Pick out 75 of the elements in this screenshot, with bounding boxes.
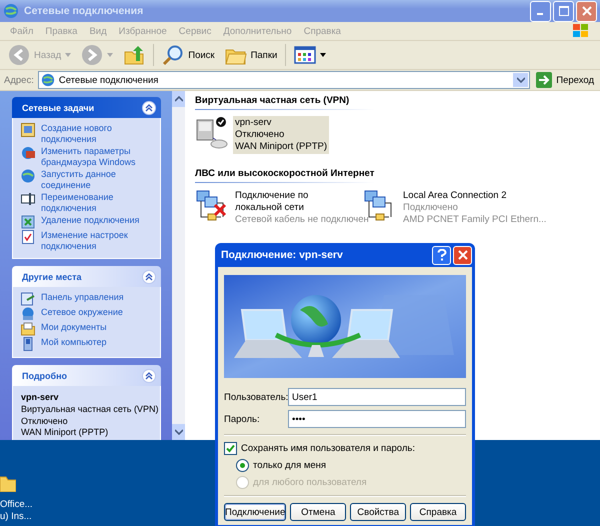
details-name: vpn-serv xyxy=(21,391,60,404)
rename-icon xyxy=(21,192,35,206)
panel-header[interactable]: Подробно xyxy=(12,365,161,386)
desktop-icon-label[interactable]: Office... xyxy=(0,499,33,511)
window-title: Сетевые подключения xyxy=(24,5,144,17)
computer-icon xyxy=(21,337,35,351)
details-text: Отключено xyxy=(21,416,69,427)
collapse-icon[interactable] xyxy=(142,368,156,382)
folder-icon xyxy=(21,322,35,336)
scrollbar[interactable] xyxy=(172,91,185,440)
panel-header[interactable]: Сетевые задачи xyxy=(12,97,161,118)
views-icon xyxy=(294,45,316,65)
task-link[interactable]: Создание нового подключения xyxy=(41,123,156,145)
radio-option[interactable]: только для меня xyxy=(224,459,466,472)
search-icon xyxy=(162,44,184,66)
dialog-button[interactable]: Отмена xyxy=(290,503,346,521)
chevron-up-icon xyxy=(174,96,182,102)
chevron-down-icon xyxy=(516,77,525,83)
group-header: Виртуальная частная сеть (VPN) xyxy=(195,95,495,110)
network-globe-icon xyxy=(3,3,19,19)
question-mark-icon xyxy=(436,249,446,261)
chevron-down-icon xyxy=(174,429,182,435)
task-link[interactable]: Удаление подключения xyxy=(41,215,140,226)
task-link[interactable]: Мои документы xyxy=(41,322,107,333)
delete-icon xyxy=(21,215,35,229)
folders-button[interactable]: Папки xyxy=(220,43,282,67)
right-arrow-icon xyxy=(536,72,552,88)
globe-icon xyxy=(21,169,35,183)
close-button[interactable] xyxy=(576,0,597,22)
document-icon xyxy=(21,230,35,244)
close-icon xyxy=(582,6,592,16)
caret-icon xyxy=(320,53,326,57)
task-link[interactable]: Изменить параметры брандмауэра Windows xyxy=(41,146,156,168)
checkmark-icon xyxy=(226,444,235,453)
caret-icon xyxy=(107,53,114,57)
dialog-button[interactable]: Справка xyxy=(410,503,466,521)
close-button[interactable] xyxy=(453,246,472,264)
field-label: Пароль: xyxy=(224,414,261,424)
save-credentials-checkbox[interactable]: Сохранять имя пользователя и пароль: xyxy=(224,442,466,455)
collapse-icon[interactable] xyxy=(142,270,156,284)
field-label: Пользователь: xyxy=(224,392,288,402)
search-button[interactable]: Поиск xyxy=(158,43,219,67)
text-field[interactable]: •••• xyxy=(288,410,466,428)
task-link[interactable]: Сетевое окружение xyxy=(41,307,123,318)
network-globe-icon xyxy=(40,73,55,87)
close-icon xyxy=(458,250,468,260)
address-label: Адрес: xyxy=(4,74,34,86)
task-link[interactable]: Изменение настроек подключения xyxy=(41,230,156,252)
address-field[interactable]: Сетевые подключения xyxy=(38,71,530,89)
minimize-button[interactable] xyxy=(530,0,551,22)
dialog-button[interactable]: Подключение xyxy=(224,503,286,521)
go-button[interactable]: Переход xyxy=(534,72,596,88)
collapse-icon[interactable] xyxy=(142,100,156,114)
dropdown-button[interactable] xyxy=(513,73,528,87)
connection-label[interactable]: Local Area Connection 2 Подключено AMD PCNET Family PCI Ethern... xyxy=(401,189,548,227)
help-button[interactable] xyxy=(432,246,451,264)
dialog-title: Подключение: vpn-serv xyxy=(220,249,344,261)
dialog-button[interactable]: Свойства xyxy=(350,503,406,521)
task-link[interactable]: Панель управления xyxy=(41,292,124,303)
connection-label[interactable]: vpn-serv Отключено WAN Miniport (PPTP) xyxy=(233,116,330,154)
desktop-icon-label[interactable]: u) Ins... xyxy=(0,511,32,523)
folder-icon[interactable] xyxy=(0,474,16,492)
maximize-button[interactable] xyxy=(553,0,574,22)
group-header: ЛВС или высокоскоростной Интернет xyxy=(195,168,495,183)
task-link[interactable]: Запустить данное соединение xyxy=(41,169,156,191)
details-text: Виртуальная частная сеть (VPN) xyxy=(21,404,156,416)
connection-label[interactable]: Подключение по локальной сети Сетевой кабель не подключен xyxy=(233,189,371,227)
details-text: WAN Miniport (PPTP) xyxy=(21,427,110,438)
text-field[interactable]: User1 xyxy=(288,388,466,406)
caret-icon xyxy=(65,53,72,57)
folder-up-arrow-icon xyxy=(123,44,146,66)
maximize-icon xyxy=(558,6,568,16)
task-link[interactable]: Переименование подключения xyxy=(41,192,156,214)
panel-header[interactable]: Другие места xyxy=(12,266,161,287)
task-link[interactable]: Мой компьютер xyxy=(41,337,107,348)
